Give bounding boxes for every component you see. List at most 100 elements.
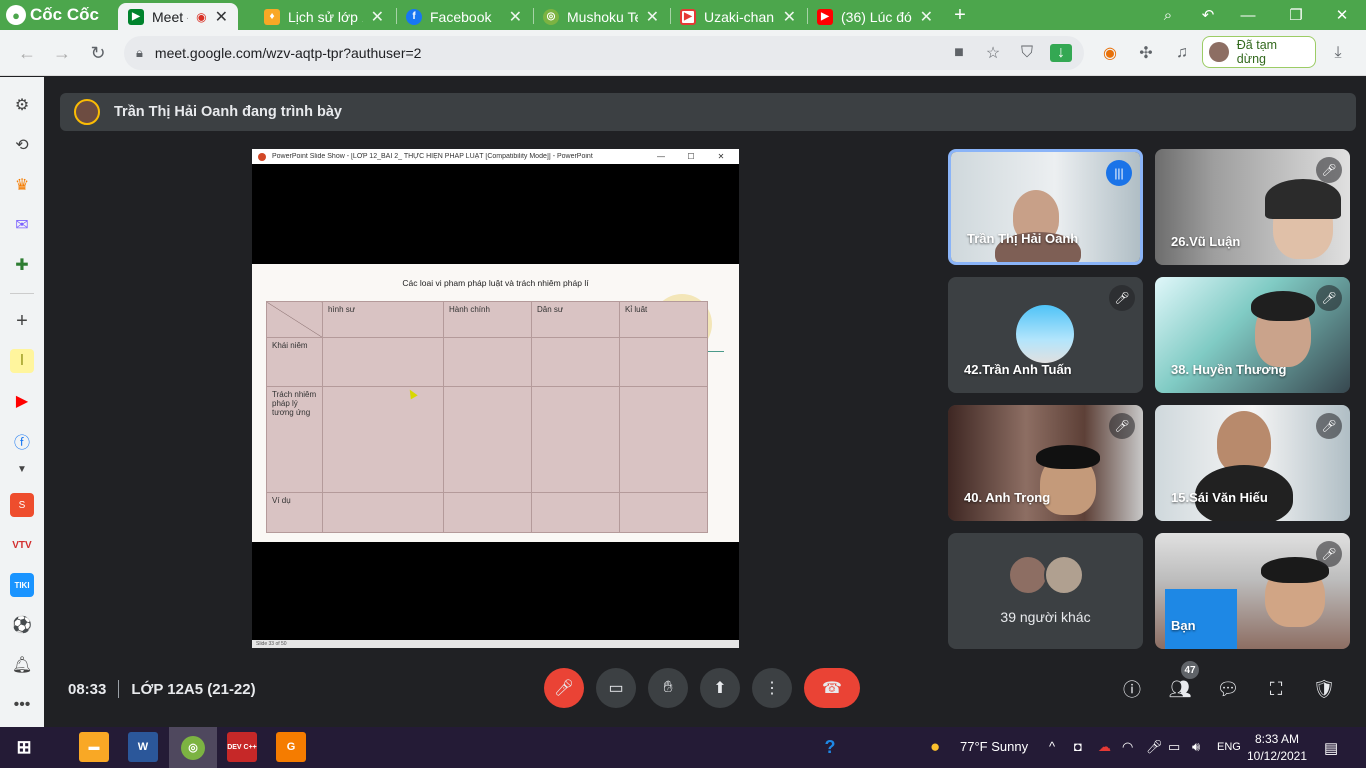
address-bar[interactable]: 🔒︎ meet.google.com/wzv-aqtp-tpr?authuser… (124, 36, 1084, 70)
more-dots-icon[interactable]: ••• (10, 693, 34, 717)
dev-cpp-icon[interactable]: DEV C++ (227, 732, 257, 762)
participant-tile[interactable]: 🎤︎ 15.Sái Văn Hiếu (1155, 405, 1350, 521)
close-tab-icon[interactable]: ✕ (371, 7, 384, 27)
back-arrow-icon[interactable]: ← (12, 38, 42, 68)
tab-meet[interactable]: ▶ Meet - L ◉ ✕ (118, 3, 238, 30)
notification-bell-icon[interactable]: 🔔︎ (10, 653, 34, 677)
close-tab-icon[interactable]: ✕ (783, 7, 796, 27)
tab-uzaki[interactable]: ▶ Uzaki-chan v ✕ (670, 3, 806, 30)
weather-text[interactable]: 77°F Sunny (960, 739, 1028, 754)
tab-youtube[interactable]: ▶ (36) Lúc đó t ✕ (807, 3, 943, 30)
more-options-button[interactable]: ⋮ (752, 668, 792, 708)
participant-name: 15.Sái Văn Hiếu (1171, 490, 1268, 505)
gamepad-icon[interactable]: ✚ (10, 253, 34, 277)
close-window-button[interactable]: ✕ (1322, 0, 1362, 30)
close-tab-icon[interactable]: ✕ (646, 7, 659, 27)
present-screen-button[interactable]: ⬆ (700, 668, 740, 708)
shield-icon[interactable]: ⛉ (1016, 44, 1038, 62)
camera-button[interactable]: ▭ (596, 668, 636, 708)
notes-icon[interactable]: I (10, 349, 34, 373)
coccoc-taskbar-button[interactable]: ◎ (169, 727, 217, 768)
chat-icon[interactable]: 💬︎ (1215, 676, 1241, 702)
coccoc-menu-button[interactable]: ● Cốc Cốc (6, 4, 99, 26)
network-alert-icon[interactable]: ☁ (1098, 739, 1111, 755)
file-explorer-icon[interactable]: ▬ (79, 732, 109, 762)
slide-title: Các loai vi pham pháp luật và trách nhiê… (402, 278, 589, 288)
language-indicator[interactable]: ENG (1217, 741, 1241, 753)
volume-icon[interactable]: 🔊︎ (1192, 739, 1200, 755)
taskbar-clock[interactable]: 8:33 AM 10/12/2021 (1243, 731, 1311, 765)
profile-button[interactable]: Đã tạm dừng (1202, 36, 1316, 68)
activities-icon[interactable]: ⛶ (1263, 676, 1289, 702)
table-cell (443, 337, 532, 387)
crown-icon[interactable]: ♛ (10, 173, 34, 197)
tab-history[interactable]: ♦ Lịch sử lớp 1 ✕ (254, 3, 394, 30)
youtube-icon[interactable]: ▶ (10, 389, 34, 413)
close-tab-icon[interactable]: ✕ (509, 7, 522, 27)
mic-tray-icon[interactable]: 🎤︎ (1146, 739, 1163, 755)
back-history-icon[interactable]: ↶ (1188, 0, 1228, 30)
extensions-puzzle-icon[interactable]: ✣ (1134, 42, 1158, 64)
vtv-go-icon[interactable]: VTV (10, 533, 34, 557)
table-row: Trách nhiêm pháp lý tương ứng (266, 386, 708, 493)
history-icon[interactable]: ⟲ (10, 133, 34, 157)
coccoc-extension-icon[interactable]: ◉ (1098, 42, 1122, 64)
sun-icon[interactable]: ● (930, 737, 940, 757)
presentation-screen[interactable]: PowerPoint Slide Show - [LỚP 12_BÀI 2_ T… (252, 149, 739, 648)
tiki-icon[interactable]: TIKI (10, 573, 34, 597)
tab-search-icon[interactable]: ⌕ (1148, 0, 1188, 30)
reload-icon[interactable]: ↻ (83, 38, 113, 68)
clock-date: 10/12/2021 (1246, 749, 1308, 763)
host-controls-icon[interactable]: 🛡︎ (1311, 676, 1337, 702)
url-text[interactable]: meet.google.com/wzv-aqtp-tpr?authuser=2 (155, 45, 936, 61)
maximize-button[interactable]: ❐ (1276, 0, 1316, 30)
participant-tile[interactable]: 🎤︎ 40. Anh Trọng (948, 405, 1143, 521)
wifi-icon[interactable]: ◠ (1122, 739, 1133, 755)
participant-tile[interactable]: 🎤︎ 26.Vũ Luận (1155, 149, 1350, 265)
chevron-down-icon[interactable]: ▼ (10, 457, 34, 481)
muted-mic-icon: 🎤︎ (1316, 285, 1342, 311)
meeting-details-info-icon[interactable]: ⓘ (1119, 676, 1145, 702)
settings-gear-icon[interactable]: ⚙ (10, 93, 34, 117)
download-icon[interactable]: ↓ (1050, 44, 1072, 62)
minimize-button[interactable]: — (1228, 0, 1268, 30)
tab-facebook[interactable]: f Facebook ✕ (396, 3, 532, 30)
windows-start-icon[interactable]: ⊞ (9, 732, 39, 762)
word-icon[interactable]: W (128, 732, 158, 762)
chevron-up-icon[interactable]: ^ (1049, 739, 1055, 754)
football-icon[interactable]: ⚽ (10, 613, 34, 637)
battery-icon[interactable]: ▭ (1168, 739, 1180, 755)
camera-icon[interactable]: ■ (948, 44, 970, 62)
self-tile[interactable]: 🎤︎ Bạn (1155, 533, 1350, 649)
participant-name: 38. Huyền Thương (1171, 362, 1287, 377)
lock-icon[interactable]: 🔒︎ (136, 45, 143, 61)
table-cell (322, 337, 444, 387)
participant-tile[interactable]: 🎤︎ 42.Trần Anh Tuấn (948, 277, 1143, 393)
add-icon[interactable]: + (10, 309, 34, 333)
foxit-pdf-icon[interactable]: G (276, 732, 306, 762)
recording-dot-icon: ◉ (196, 9, 207, 24)
tab-mushoku[interactable]: ◎ Mushoku Te ✕ (533, 3, 669, 30)
help-icon[interactable]: ? (815, 732, 845, 762)
raise-hand-button[interactable]: ✋︎ (648, 668, 688, 708)
new-tab-button[interactable]: + (940, 0, 980, 30)
forward-arrow-icon[interactable]: → (47, 38, 77, 68)
close-tab-icon[interactable]: ✕ (920, 7, 933, 27)
other-participants-tile[interactable]: 39 người khác (948, 533, 1143, 649)
messenger-icon[interactable]: ✉ (10, 213, 34, 237)
leave-call-button[interactable]: ☎ (804, 668, 860, 708)
shopee-icon[interactable]: S (10, 493, 34, 517)
facebook-icon[interactable]: ⓕ (10, 429, 34, 453)
participant-tile[interactable]: 🎤︎ 38. Huyền Thương (1155, 277, 1350, 393)
notification-center-icon[interactable]: ▤ (1324, 739, 1338, 757)
mic-muted-button[interactable]: 🎤︎ (544, 668, 584, 708)
participant-tile[interactable]: ||| Trần Thị Hải Oanh (948, 149, 1143, 265)
bookmark-star-icon[interactable]: ☆ (982, 43, 1004, 63)
music-icon[interactable]: ♫ (1170, 42, 1194, 64)
people-icon[interactable]: 👥︎ (1167, 676, 1193, 702)
close-tab-icon[interactable]: ✕ (215, 7, 228, 27)
participant-name: Bạn (1171, 618, 1196, 633)
ppt-window-title: PowerPoint Slide Show - [LỚP 12_BÀI 2_ T… (272, 153, 593, 160)
camera-tray-icon[interactable]: ◘ (1074, 739, 1082, 754)
downloads-icon[interactable]: ⤓ (1326, 42, 1350, 64)
